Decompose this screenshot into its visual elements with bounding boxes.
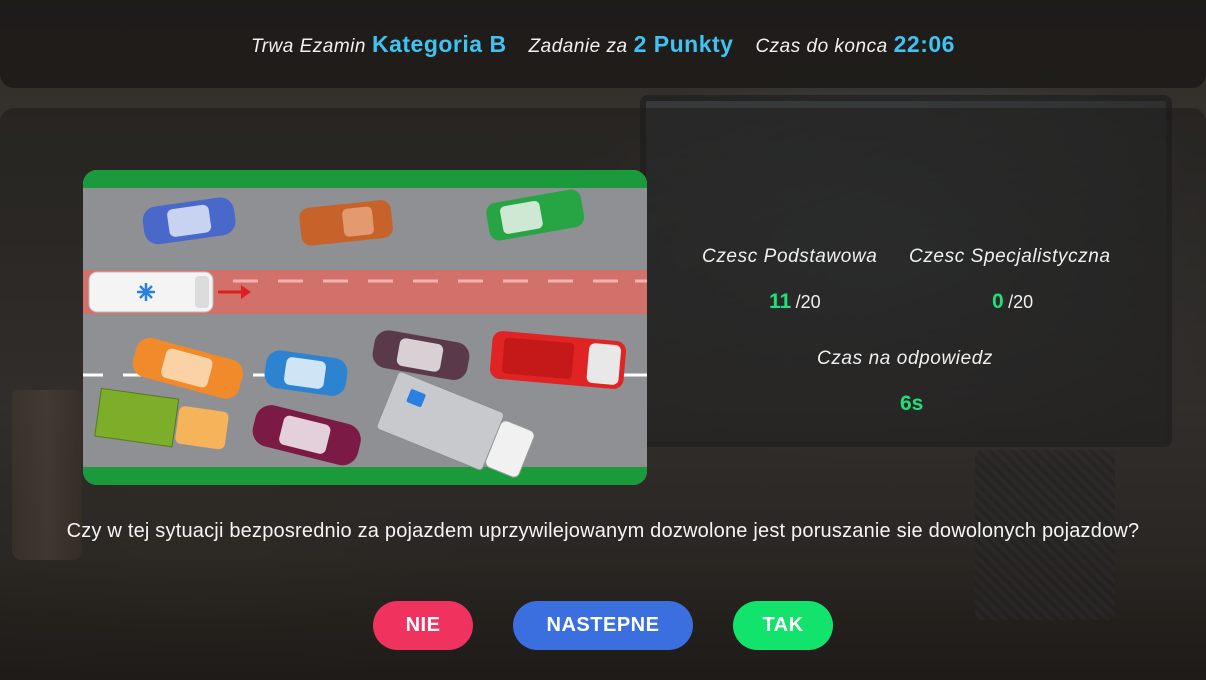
basic-part-score: 11 /20 [769, 290, 821, 314]
basic-score-total: /20 [795, 292, 821, 312]
exam-category-label: Trwa Ezamin [251, 35, 366, 57]
yes-button[interactable]: TAK [733, 601, 833, 650]
exam-header: Trwa Ezamin Kategoria B Zadanie za 2 Pun… [0, 0, 1206, 88]
basic-score-value: 11 [769, 290, 792, 313]
special-part-score: 0 /20 [992, 290, 1033, 314]
answer-time-label: Czas na odpowiedz [817, 348, 994, 369]
no-button[interactable]: NIE [373, 601, 473, 650]
time-remaining-value: 22:06 [893, 30, 955, 57]
time-remaining-label: Czas do konca [755, 35, 888, 57]
task-points: Zadanie za 2 Punkty [529, 31, 734, 58]
next-button[interactable]: NASTEPNE [513, 601, 693, 650]
exam-category-value: Kategoria B [371, 30, 507, 57]
special-score-total: /20 [1008, 292, 1034, 312]
traffic-scene-image [83, 170, 647, 485]
special-part-label: Czesc Specjalistyczna [909, 246, 1111, 267]
task-points-value: 2 Punkty [633, 30, 734, 57]
answer-time-value: 6s [900, 392, 924, 415]
basic-part-label: Czesc Podstawowa [702, 246, 878, 267]
exam-category: Trwa Ezamin Kategoria B [251, 31, 507, 58]
task-points-label: Zadanie za [528, 35, 628, 57]
time-remaining: Czas do konca 22:06 [755, 31, 955, 58]
special-score-value: 0 [992, 290, 1004, 313]
question-text: Czy w tej sytuacji bezposrednio za pojaz… [66, 520, 1140, 542]
